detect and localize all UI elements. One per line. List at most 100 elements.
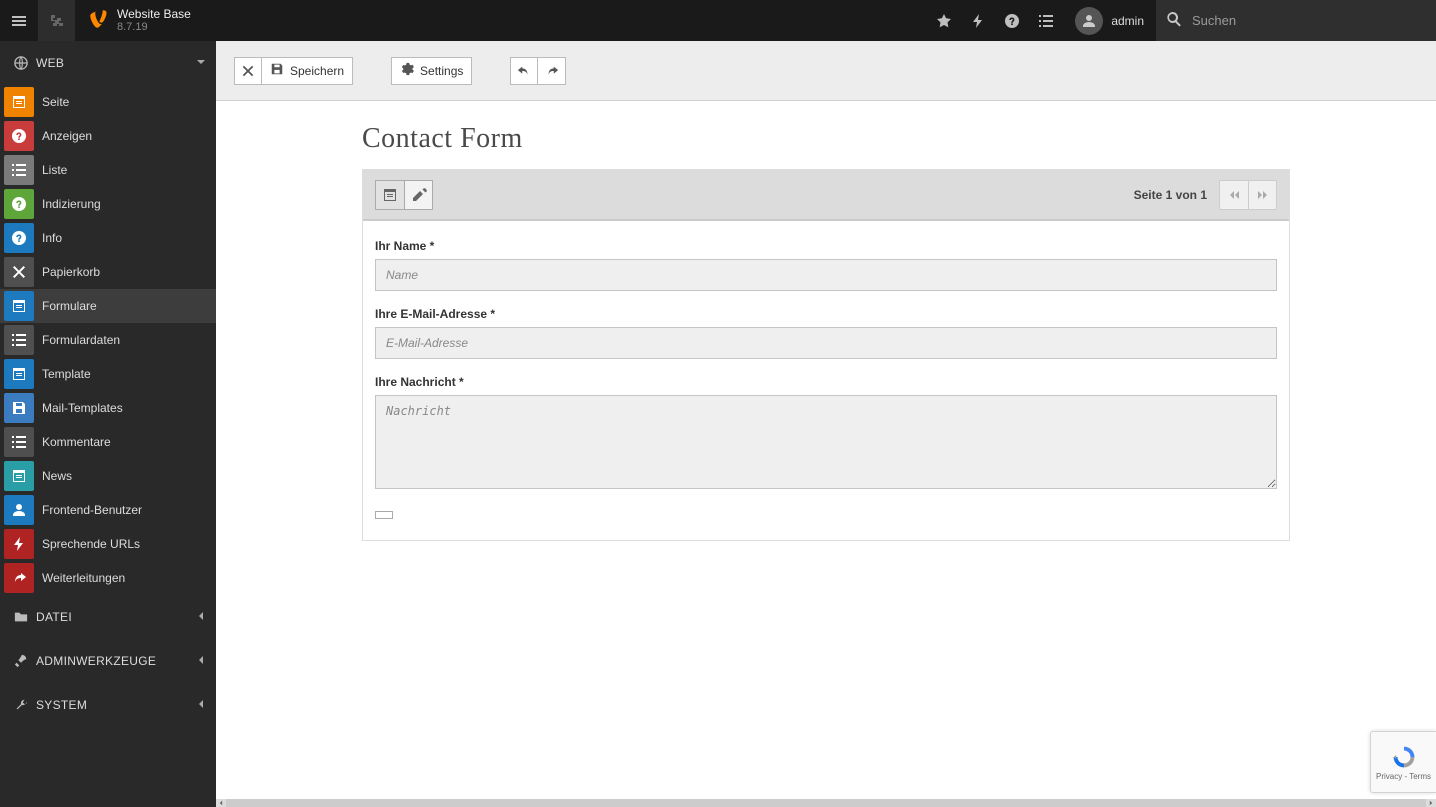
field-label: Ihre E-Mail-Adresse * (375, 307, 1277, 321)
form-icon (4, 291, 34, 321)
chevron-left-icon (196, 654, 206, 668)
list-button[interactable] (1029, 0, 1063, 41)
sidebar-item-label: Info (34, 231, 62, 245)
sidebar-item-formulare[interactable]: Formulare (0, 289, 216, 323)
chevron-left-icon (196, 698, 206, 712)
sidebar-item-label: Indizierung (34, 197, 101, 211)
sidebar-item-liste[interactable]: Liste (0, 153, 216, 187)
sidebar-item-label: Liste (34, 163, 67, 177)
sidebar-item-template[interactable]: Template (0, 357, 216, 391)
sidebar: WEB Seite Anzeigen Liste Indizierung Info Pap… (0, 41, 216, 807)
sidebar-item-label: Sprechende URLs (34, 537, 140, 551)
sidebar-item-formulardaten[interactable]: Formulardaten (0, 323, 216, 357)
search-box[interactable] (1156, 0, 1436, 41)
close-button[interactable] (234, 57, 262, 85)
wrench-icon (14, 698, 36, 712)
form-panel: Seite 1 von 1 Ihr Name *Ihre E-Mail-Adre… (362, 169, 1290, 541)
bookmarks-button[interactable] (927, 0, 961, 41)
settings-label: Settings (420, 64, 463, 78)
sidebar-item-febenutzer[interactable]: Frontend-Benutzer (0, 493, 216, 527)
email-input[interactable] (375, 327, 1277, 359)
sidebar-item-label: Anzeigen (34, 129, 92, 143)
help-button[interactable] (995, 0, 1029, 41)
recaptcha-badge[interactable]: Privacy - Terms (1370, 731, 1436, 793)
field-email: Ihre E-Mail-Adresse * (375, 307, 1277, 359)
edit-mode-button[interactable] (404, 181, 432, 209)
page-icon (4, 87, 34, 117)
preview-mode-button[interactable] (376, 181, 404, 209)
info-icon (4, 223, 34, 253)
rocket-icon (14, 654, 36, 668)
eye-icon (4, 121, 34, 151)
panel-header: Seite 1 von 1 (363, 170, 1289, 220)
sidebar-item-label: Kommentare (34, 435, 111, 449)
speech-icon (4, 189, 34, 219)
sidebar-item-label: Template (34, 367, 91, 381)
sidebar-item-seite[interactable]: Seite (0, 85, 216, 119)
page-next-button[interactable] (1248, 181, 1276, 209)
recaptcha-label: Privacy - Terms (1376, 772, 1431, 781)
field-label: Ihre Nachricht * (375, 375, 1277, 389)
page-indicator: Seite 1 von 1 (1134, 188, 1207, 202)
sidebar-group-system[interactable]: SYSTEM (0, 683, 216, 727)
sidebar-item-info[interactable]: Info (0, 221, 216, 255)
settings-button[interactable]: Settings (391, 57, 472, 85)
sidebar-item-papierkorb[interactable]: Papierkorb (0, 255, 216, 289)
sidebar-group-web[interactable]: WEB (0, 41, 216, 85)
site-title: Website Base (117, 8, 191, 21)
cache-flush-button[interactable] (961, 0, 995, 41)
save-button[interactable]: Speichern (262, 57, 353, 85)
message-input[interactable] (375, 395, 1277, 489)
sidebar-item-label: Frontend-Benutzer (34, 503, 142, 517)
db-icon (4, 325, 34, 355)
submit-stub-button[interactable] (375, 511, 393, 519)
recaptcha-icon (1391, 744, 1417, 770)
sidebar-item-label: Weiterleitungen (34, 571, 125, 585)
folder-icon (14, 610, 36, 624)
brand[interactable]: Website Base 8.7.19 (75, 0, 205, 41)
avatar-icon (1075, 7, 1103, 35)
horizontal-scrollbar[interactable] (216, 799, 1436, 807)
field-message: Ihre Nachricht * (375, 375, 1277, 492)
name-input[interactable] (375, 259, 1277, 291)
user-menu[interactable]: admin (1063, 7, 1156, 35)
sidebar-item-indizierung[interactable]: Indizierung (0, 187, 216, 221)
save-icon (270, 62, 284, 79)
sidebar-item-news[interactable]: News (0, 459, 216, 493)
sidebar-item-anzeigen[interactable]: Anzeigen (0, 119, 216, 153)
trash-icon (4, 257, 34, 287)
docheader: Speichern Settings (216, 41, 1436, 101)
main: Speichern Settings Contact Form S (216, 41, 1436, 807)
sidebar-item-urls[interactable]: Sprechende URLs (0, 527, 216, 561)
news-icon (4, 461, 34, 491)
sidebar-group-label: SYSTEM (36, 698, 87, 712)
sidebar-group-label: WEB (36, 56, 64, 70)
sidebar-item-kommentare[interactable]: Kommentare (0, 425, 216, 459)
panel-body: Ihr Name *Ihre E-Mail-Adresse *Ihre Nach… (363, 220, 1289, 540)
list-icon (4, 155, 34, 185)
undo-button[interactable] (510, 57, 538, 85)
redo-button[interactable] (538, 57, 566, 85)
sidebar-item-label: Formulardaten (34, 333, 120, 347)
version-label: 8.7.19 (117, 21, 191, 33)
user-icon (4, 495, 34, 525)
sidebar-group-datei[interactable]: DATEI (0, 595, 216, 639)
search-input[interactable] (1192, 13, 1422, 28)
sidebar-item-mailtpl[interactable]: Mail-Templates (0, 391, 216, 425)
gear-icon (400, 62, 414, 79)
chevron-down-icon (196, 56, 206, 70)
sidebar-item-label: Seite (34, 95, 69, 109)
globe-icon (14, 56, 36, 70)
sidebar-group-adminwerkzeuge[interactable]: ADMINWERKZEUGE (0, 639, 216, 683)
module-tree-icon[interactable] (38, 0, 75, 41)
sidebar-item-label: Formulare (34, 299, 97, 313)
sidebar-item-weiterleitungen[interactable]: Weiterleitungen (0, 561, 216, 595)
comment-icon (4, 427, 34, 457)
scroll-right-icon (1426, 799, 1436, 807)
menu-toggle-button[interactable] (0, 0, 38, 41)
page-prev-button[interactable] (1220, 181, 1248, 209)
sidebar-item-label: News (34, 469, 72, 483)
typo3-logo-icon (89, 9, 109, 32)
username-label: admin (1111, 14, 1144, 28)
redirect-icon (4, 563, 34, 593)
